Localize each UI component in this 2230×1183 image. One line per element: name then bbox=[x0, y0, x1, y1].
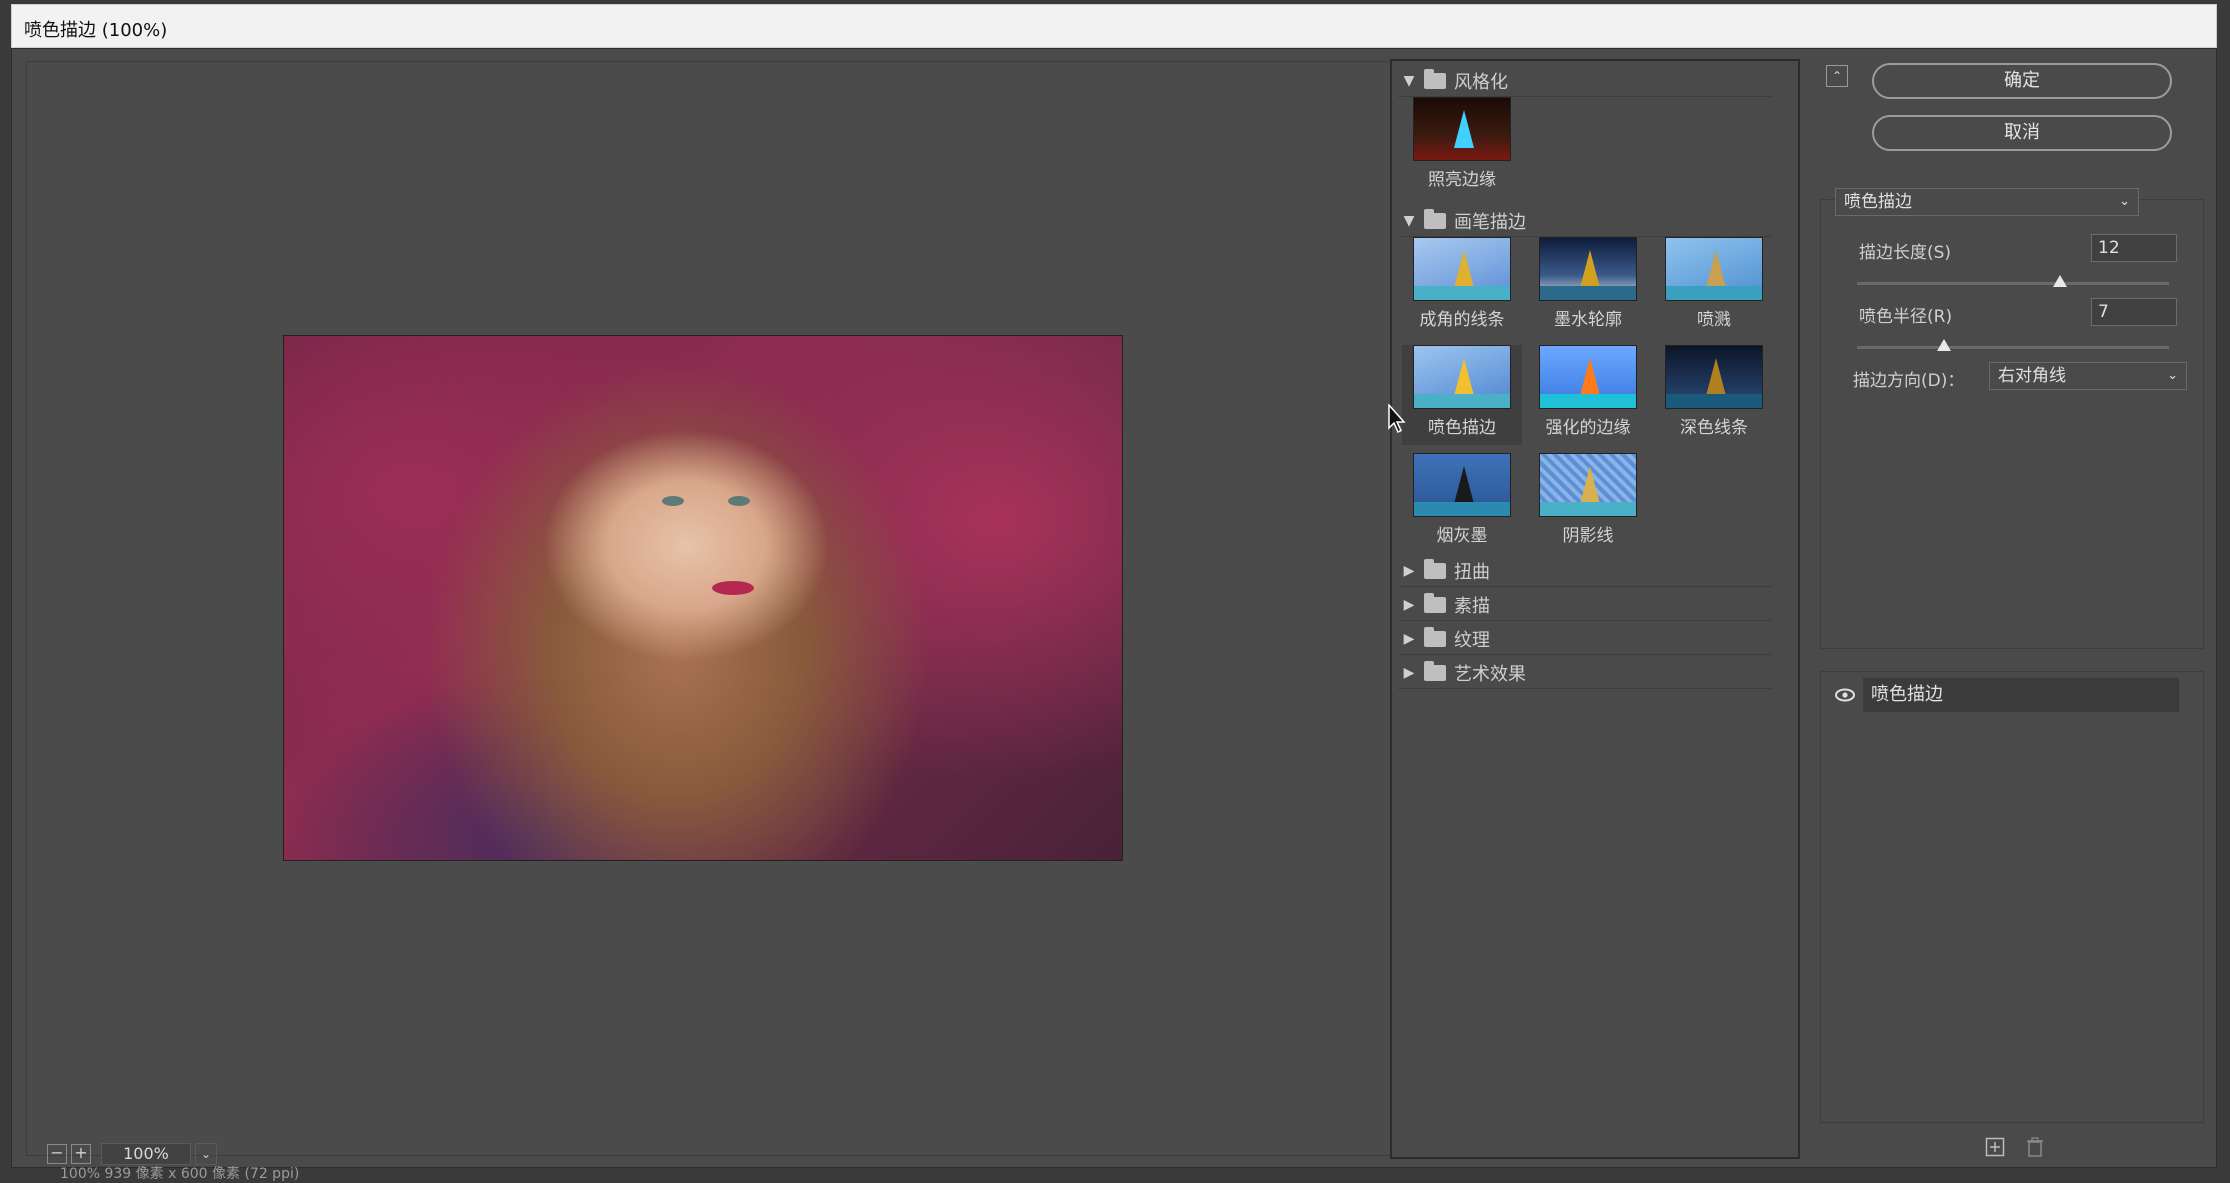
spray-radius-label: 喷色半径(R) bbox=[1859, 307, 1953, 327]
stroke-direction-value: 右对角线 bbox=[1998, 366, 2066, 386]
filter-label: 墨水轮廓 bbox=[1554, 310, 1622, 330]
category-brush-strokes[interactable]: ▼ 画笔描边 bbox=[1398, 205, 1772, 237]
spray-radius-input[interactable]: 7 bbox=[2091, 298, 2177, 326]
filter-thumbnail bbox=[1539, 345, 1637, 409]
filter-thumbnail bbox=[1539, 237, 1637, 301]
chevron-down-icon[interactable]: ⌄ bbox=[195, 1143, 217, 1165]
zoom-value[interactable]: 100% bbox=[101, 1143, 191, 1165]
filter-thumbnail bbox=[1665, 237, 1763, 301]
filter-gallery-dialog: − + 100% ⌄ ▼ 风格化 照亮边缘 ▼ 画笔描边 成角的线条 墨水轮廓 … bbox=[11, 48, 2217, 1168]
mouse-cursor-icon bbox=[1388, 403, 1406, 438]
filter-label: 成角的线条 bbox=[1419, 310, 1505, 330]
preview-eye-right bbox=[728, 496, 750, 506]
stroke-length-input[interactable]: 12 bbox=[2091, 234, 2177, 262]
triangle-down-icon: ▼ bbox=[1403, 212, 1415, 229]
filter-thumbnail bbox=[1413, 237, 1511, 301]
folder-icon bbox=[1424, 592, 1446, 613]
chevron-down-icon: ⌄ bbox=[2167, 368, 2178, 383]
spray-radius-slider[interactable] bbox=[1857, 346, 2169, 349]
category-label: 素描 bbox=[1454, 595, 1490, 617]
settings-panel: ⌃ 确定 取消 喷色描边 ⌄ 描边长度(S) 12 喷色半径(R) 7 描边方向… bbox=[1808, 59, 2204, 1159]
filter-select[interactable]: 喷色描边 ⌄ bbox=[1835, 188, 2139, 216]
filter-spatter[interactable]: 喷溅 bbox=[1654, 237, 1774, 337]
collapse-gallery-icon[interactable]: ⌃ bbox=[1826, 65, 1848, 87]
triangle-right-icon: ▶ bbox=[1403, 664, 1415, 681]
preview-image bbox=[283, 335, 1123, 861]
category-label: 艺术效果 bbox=[1454, 663, 1526, 685]
effect-layer-name: 喷色描边 bbox=[1863, 678, 2179, 712]
category-texture[interactable]: ▶ 纹理 bbox=[1398, 623, 1772, 655]
filter-label: 喷色描边 bbox=[1428, 418, 1496, 438]
filter-dark-strokes[interactable]: 深色线条 bbox=[1654, 345, 1774, 445]
triangle-right-icon: ▶ bbox=[1403, 562, 1415, 579]
trash-icon[interactable] bbox=[2024, 1137, 2046, 1159]
filter-sumi-e[interactable]: 烟灰墨 bbox=[1402, 453, 1522, 553]
filter-thumbnail bbox=[1413, 453, 1511, 517]
category-label: 扭曲 bbox=[1454, 561, 1490, 583]
filter-label: 深色线条 bbox=[1680, 418, 1748, 438]
filter-thumbnail bbox=[1539, 453, 1637, 517]
stroke-direction-select[interactable]: 右对角线 ⌄ bbox=[1989, 362, 2187, 390]
filter-label: 喷溅 bbox=[1697, 310, 1731, 330]
folder-icon bbox=[1424, 208, 1446, 229]
chevron-down-icon: ⌄ bbox=[2119, 194, 2130, 209]
preview-lips bbox=[712, 581, 754, 595]
filter-angled-strokes[interactable]: 成角的线条 bbox=[1402, 237, 1522, 337]
filter-accented-edges[interactable]: 强化的边缘 bbox=[1528, 345, 1648, 445]
triangle-right-icon: ▶ bbox=[1403, 630, 1415, 647]
preview-area[interactable]: − + 100% ⌄ bbox=[26, 61, 1392, 1165]
eye-icon[interactable] bbox=[1827, 678, 1863, 712]
zoom-out-icon[interactable]: − bbox=[47, 1144, 67, 1164]
folder-icon bbox=[1424, 558, 1446, 579]
filter-gallery: ▼ 风格化 照亮边缘 ▼ 画笔描边 成角的线条 墨水轮廓 喷溅 喷色描边 强化的… bbox=[1390, 59, 1800, 1159]
filter-thumbnail bbox=[1665, 345, 1763, 409]
preview-eye-left bbox=[662, 496, 684, 506]
filter-sprayed-strokes[interactable]: 喷色描边 bbox=[1402, 345, 1522, 445]
filter-label: 阴影线 bbox=[1562, 526, 1614, 546]
filter-label: 强化的边缘 bbox=[1545, 418, 1631, 438]
window-title: 喷色描边 (100%) bbox=[24, 20, 168, 41]
category-label: 风格化 bbox=[1454, 71, 1508, 93]
status-bar: 100% 939 像素 x 600 像素 (72 ppi) bbox=[60, 1166, 300, 1182]
ok-button[interactable]: 确定 bbox=[1872, 63, 2172, 99]
stroke-length-label: 描边长度(S) bbox=[1859, 243, 1952, 263]
category-stylize[interactable]: ▼ 风格化 bbox=[1398, 65, 1772, 97]
effect-layer-row[interactable]: 喷色描边 bbox=[1827, 678, 2179, 712]
category-label: 纹理 bbox=[1454, 629, 1490, 651]
effect-layers-list: 喷色描边 bbox=[1820, 671, 2204, 1123]
category-label: 画笔描边 bbox=[1454, 211, 1526, 233]
stroke-length-slider[interactable] bbox=[1857, 282, 2169, 285]
cancel-button[interactable]: 取消 bbox=[1872, 115, 2172, 151]
stroke-direction-label: 描边方向(D)： bbox=[1853, 371, 1965, 391]
category-artistic[interactable]: ▶ 艺术效果 bbox=[1398, 657, 1772, 689]
filter-settings: 喷色描边 ⌄ 描边长度(S) 12 喷色半径(R) 7 描边方向(D)： 右对角… bbox=[1820, 188, 2204, 649]
triangle-right-icon: ▶ bbox=[1403, 596, 1415, 613]
new-effect-layer-icon[interactable] bbox=[1984, 1137, 2006, 1159]
spray-radius-slider-thumb[interactable] bbox=[1937, 339, 1952, 351]
zoom-in-icon[interactable]: + bbox=[71, 1144, 91, 1164]
title-bar: 喷色描边 (100%) bbox=[11, 4, 2217, 48]
category-distort[interactable]: ▶ 扭曲 bbox=[1398, 555, 1772, 587]
filter-thumbnail bbox=[1413, 345, 1511, 409]
folder-icon bbox=[1424, 660, 1446, 681]
stroke-length-slider-thumb[interactable] bbox=[2052, 275, 2067, 287]
filter-label: 烟灰墨 bbox=[1436, 526, 1488, 546]
filter-ink-outlines[interactable]: 墨水轮廓 bbox=[1528, 237, 1648, 337]
folder-icon bbox=[1424, 626, 1446, 647]
triangle-down-icon: ▼ bbox=[1403, 72, 1415, 89]
filter-select-value: 喷色描边 bbox=[1844, 192, 1912, 212]
filter-crosshatch[interactable]: 阴影线 bbox=[1528, 453, 1648, 553]
filter-label: 照亮边缘 bbox=[1428, 170, 1496, 190]
category-sketch[interactable]: ▶ 素描 bbox=[1398, 589, 1772, 621]
folder-icon bbox=[1424, 68, 1446, 89]
filter-thumbnail bbox=[1413, 97, 1511, 161]
filter-glowing-edges[interactable]: 照亮边缘 bbox=[1402, 97, 1522, 197]
